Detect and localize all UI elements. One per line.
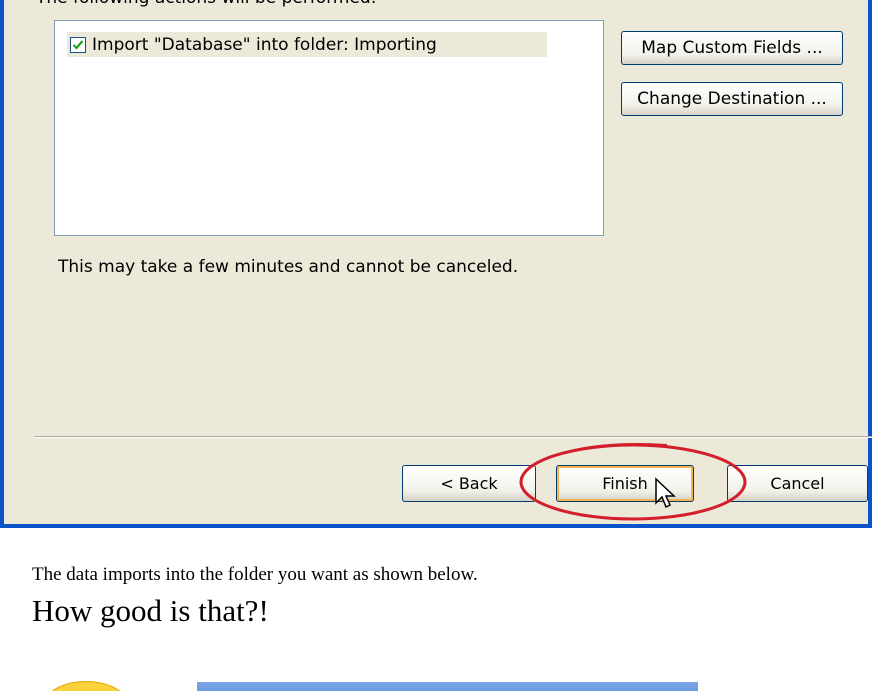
warning-note: This may take a few minutes and cannot b…	[58, 257, 519, 277]
change-destination-button[interactable]: Change Destination ...	[621, 82, 843, 116]
import-wizard-dialog: The following actions will be performed:…	[0, 0, 872, 528]
map-custom-fields-button[interactable]: Map Custom Fields ...	[621, 31, 843, 65]
divider	[34, 436, 872, 438]
back-button[interactable]: < Back	[402, 465, 536, 502]
article-headline: How good is that?!	[32, 593, 269, 628]
cancel-button[interactable]: Cancel	[727, 465, 868, 502]
window-titlebar	[197, 682, 698, 691]
actions-header: The following actions will be performed:	[36, 0, 376, 8]
list-item[interactable]: Import "Database" into folder: Importing	[67, 32, 547, 57]
action-checkbox[interactable]	[70, 36, 86, 53]
action-label: Import "Database" into folder: Importing	[92, 34, 437, 55]
checkmark-icon	[72, 39, 84, 50]
actions-list[interactable]: Import "Database" into folder: Importing	[54, 20, 604, 236]
outlook-icon	[46, 681, 126, 691]
finish-button[interactable]: Finish	[556, 465, 694, 502]
article-caption: The data imports into the folder you wan…	[32, 564, 478, 585]
